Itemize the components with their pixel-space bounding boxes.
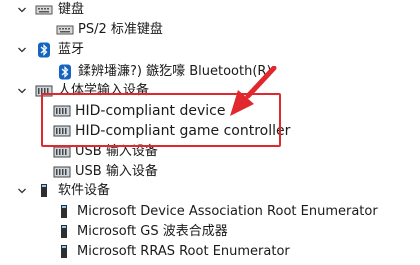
keyboard-icon: [56, 22, 74, 38]
chevron-down-icon[interactable]: [16, 4, 28, 16]
software-device-icon: [35, 183, 53, 199]
device-item[interactable]: Microsoft RRAS Root Enumerator: [0, 242, 420, 262]
keyboard-icon: [35, 2, 53, 18]
device-item[interactable]: Microsoft Device Association Root Enumer…: [0, 202, 420, 222]
chevron-down-icon[interactable]: [16, 85, 28, 97]
device-label: Microsoft Device Association Root Enumer…: [77, 204, 378, 219]
bluetooth-icon: [35, 42, 53, 58]
bluetooth-icon: [56, 64, 74, 80]
category-bluetooth[interactable]: 蓝牙: [0, 40, 420, 60]
device-label: PS/2 标准键盘: [78, 22, 163, 37]
category-keyboards[interactable]: 键盘: [0, 0, 420, 20]
device-label: USB 输入设备: [75, 164, 158, 179]
category-label: 蓝牙: [58, 42, 85, 57]
device-item[interactable]: 鍒辨墦濂?) 鏃犵嚎 Bluetooth(R): [0, 62, 420, 82]
annotation-arrow: [230, 66, 277, 116]
device-tree: 键盘 PS/2 标准键盘 蓝牙 鍒辨墦濂?) 鏃犵嚎 Bluetooth(R) …: [0, 0, 420, 265]
device-item[interactable]: Microsoft GS 波表合成器: [0, 222, 420, 242]
device-label: Microsoft GS 波表合成器: [77, 224, 228, 239]
software-device-icon: [55, 224, 73, 240]
category-label: 键盘: [58, 2, 85, 17]
chevron-down-icon[interactable]: [16, 185, 28, 197]
device-item[interactable]: USB 输入设备: [0, 162, 420, 182]
category-label: 软件设备: [58, 183, 111, 198]
hid-device-icon: [53, 164, 71, 180]
software-device-icon: [55, 204, 73, 220]
device-label: Microsoft RRAS Root Enumerator: [77, 244, 290, 259]
device-item[interactable]: PS/2 标准键盘: [0, 20, 420, 40]
chevron-down-icon[interactable]: [16, 44, 28, 56]
category-software[interactable]: 软件设备: [0, 181, 420, 201]
software-device-icon: [55, 244, 73, 260]
